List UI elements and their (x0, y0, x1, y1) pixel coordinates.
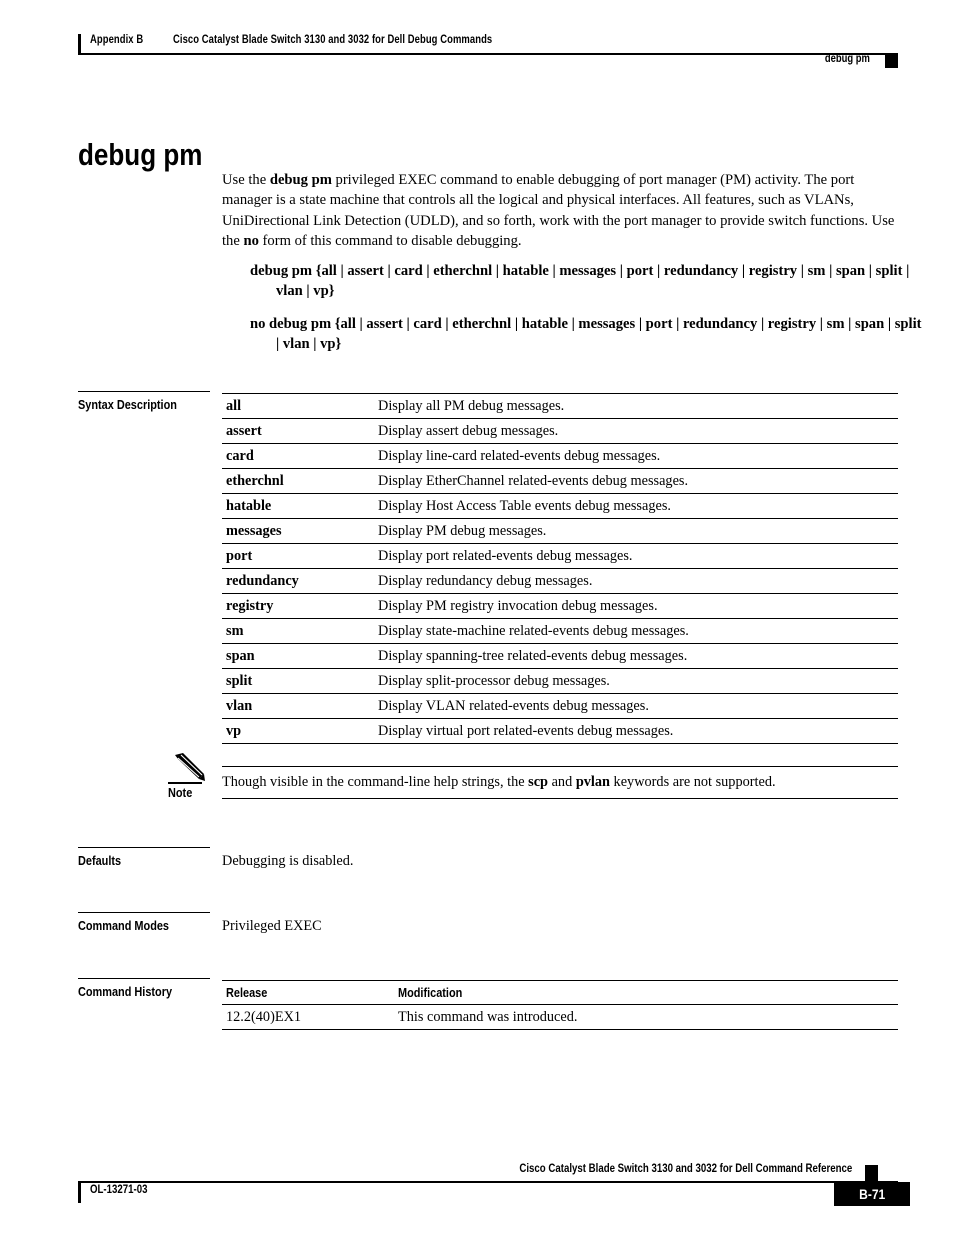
syntax-keyword-description: Display line-card related-events debug m… (374, 443, 898, 469)
syntax-keyword-description: Display EtherChannel related-events debu… (374, 468, 898, 494)
syntax-keyword: registry (222, 593, 374, 619)
syntax-keyword-description: Display spanning-tree related-events deb… (374, 643, 898, 669)
command-syntax-positive: debug pm {all | assert | card | etherchn… (250, 263, 910, 299)
syntax-keyword-description: Display PM registry invocation debug mes… (374, 593, 898, 619)
modification-value: This command was introduced. (394, 1004, 898, 1030)
header-chapter-title: Cisco Catalyst Blade Switch 3130 and 303… (173, 34, 493, 46)
column-header-release: Release (222, 980, 394, 1005)
footer-document-id: OL-13271-03 (90, 1184, 148, 1196)
syntax-keyword: port (222, 543, 374, 569)
syntax-keyword: etherchnl (222, 468, 374, 494)
footer-rule (78, 1181, 898, 1183)
syntax-keyword: card (222, 443, 374, 469)
table-row: span Display spanning-tree related-events… (222, 643, 898, 669)
table-row: sm Display state-machine related-events d… (222, 618, 898, 644)
release-value: 12.2(40)EX1 (222, 1004, 394, 1030)
syntax-keyword: hatable (222, 493, 374, 519)
syntax-keyword: assert (222, 418, 374, 444)
command-modes-body-text: Privileged EXEC (222, 918, 322, 934)
section-label-command-history: Command History (78, 978, 210, 999)
table-row: port Display port related-events debug me… (222, 543, 898, 569)
defaults-body-text: Debugging is disabled. (222, 853, 354, 869)
table-row: card Display line-card related-events deb… (222, 443, 898, 469)
syntax-keyword-description: Display port related-events debug messag… (374, 543, 898, 569)
header-rule (78, 53, 898, 55)
table-row: vlan Display VLAN related-events debug me… (222, 693, 898, 719)
footer-left-tick (78, 1183, 81, 1203)
syntax-keyword: sm (222, 618, 374, 644)
command-description-text: Use the debug pm privileged EXEC command… (222, 172, 895, 249)
table-row: redundancy Display redundancy debug messa… (222, 568, 898, 594)
command-description: Use the debug pm privileged EXEC command… (222, 170, 898, 251)
syntax-keyword: span (222, 643, 374, 669)
table-row: vp Display virtual port related-events de… (222, 718, 898, 744)
command-syntax-negative: no debug pm {all | assert | card | ether… (250, 316, 922, 352)
syntax-keyword-description: Display all PM debug messages. (374, 393, 898, 419)
command-history-table: Release Modification 12.2(40)EX1 This com… (222, 980, 898, 1030)
syntax-keyword-description: Display redundancy debug messages. (374, 568, 898, 594)
section-label-command-modes-text: Command Modes (78, 918, 170, 933)
syntax-keyword: split (222, 668, 374, 694)
syntax-keyword: vp (222, 718, 374, 744)
page-title: debug pm (78, 136, 203, 172)
column-header-modification-text: Modification (398, 985, 463, 1000)
note-label-text: Note (168, 785, 193, 800)
syntax-description-table: all Display all PM debug messages. assert D… (222, 393, 898, 744)
syntax-keyword: vlan (222, 693, 374, 719)
syntax-keyword-description: Display state-machine related-events deb… (374, 618, 898, 644)
page-header: Appendix B Cisco Catalyst Blade Switch 3… (78, 30, 898, 78)
footer-page-number: B-71 (858, 1186, 886, 1202)
syntax-keyword: all (222, 393, 374, 419)
table-row: assert Display assert debug messages. (222, 418, 898, 444)
header-left-tick (78, 34, 81, 54)
page-footer: Cisco Catalyst Blade Switch 3130 and 303… (78, 1158, 910, 1206)
table-row: messages Display PM debug messages. (222, 518, 898, 544)
section-label-defaults-text: Defaults (78, 853, 122, 868)
syntax-keyword-description: Display PM debug messages. (374, 518, 898, 544)
footer-book-name: Cisco Catalyst Blade Switch 3130 and 303… (519, 1163, 852, 1175)
column-header-release-text: Release (226, 985, 268, 1000)
syntax-keyword-description: Display assert debug messages. (374, 418, 898, 444)
note-label: Note (168, 785, 197, 800)
pencil-icon (175, 753, 205, 781)
footer-marker-square (865, 1165, 878, 1182)
header-marker-square (885, 55, 898, 68)
syntax-keyword: messages (222, 518, 374, 544)
syntax-keyword-description: Display VLAN related-events debug messag… (374, 693, 898, 719)
header-appendix-label: Appendix B (90, 34, 144, 46)
table-row: registry Display PM registry invocation d… (222, 593, 898, 619)
section-label-defaults: Defaults (78, 847, 210, 868)
syntax-keyword-description: Display virtual port related-events debu… (374, 718, 898, 744)
table-row: hatable Display Host Access Table events … (222, 493, 898, 519)
table-row: 12.2(40)EX1 This command was introduced. (222, 1004, 898, 1030)
section-label-command-modes: Command Modes (78, 912, 210, 933)
header-command-name: debug pm (824, 53, 870, 65)
footer-page-tab: B-71 (834, 1182, 910, 1206)
section-label-syntax-description: Syntax Description (78, 391, 210, 412)
table-row: etherchnl Display EtherChannel related-ev… (222, 468, 898, 494)
column-header-modification: Modification (394, 980, 898, 1005)
table-header-row: Release Modification (222, 980, 898, 1005)
syntax-keyword: redundancy (222, 568, 374, 594)
section-label-syntax-description-text: Syntax Description (78, 397, 177, 412)
syntax-keyword-description: Display Host Access Table events debug m… (374, 493, 898, 519)
section-label-command-history-text: Command History (78, 984, 173, 999)
syntax-keyword-description: Display split-processor debug messages. (374, 668, 898, 694)
table-row: split Display split-processor debug messa… (222, 668, 898, 694)
table-row: all Display all PM debug messages. (222, 393, 898, 419)
note-icon-rule (168, 782, 202, 784)
note-text: Though visible in the command-line help … (222, 766, 898, 799)
